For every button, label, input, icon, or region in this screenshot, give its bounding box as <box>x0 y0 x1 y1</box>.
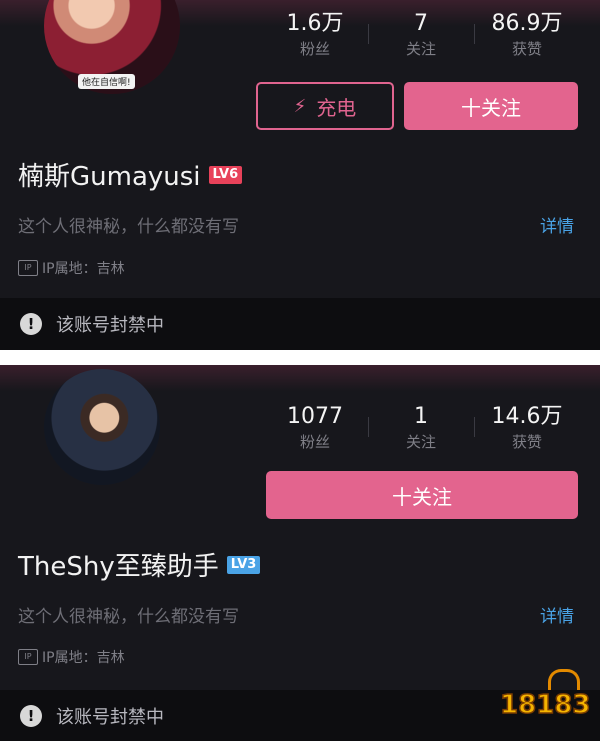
ip-text: IP属地：吉林 <box>42 261 125 277</box>
stat-value: 1 <box>414 404 428 429</box>
profile-card-gumayusi: 他在自信啊! 1.6万 粉丝 7 关注 86.9万 获赞 ⚡ 充电 十关注 楠斯… <box>0 0 600 350</box>
stat-following[interactable]: 1 关注 <box>368 403 474 453</box>
stat-value: 7 <box>414 11 428 36</box>
stat-value: 14.6万 <box>491 404 563 429</box>
stat-label: 粉丝 <box>299 40 330 58</box>
details-link[interactable]: 详情 <box>540 212 574 237</box>
lightning-icon: ⚡ <box>293 95 307 117</box>
stat-likes[interactable]: 86.9万 获赞 <box>474 10 580 60</box>
alert-circle-icon: ! <box>20 313 42 335</box>
stat-label: 获赞 <box>511 40 542 58</box>
ip-location-icon: IP <box>18 260 38 276</box>
stat-fans[interactable]: 1077 粉丝 <box>262 403 368 453</box>
ip-location-icon: IP <box>18 649 38 665</box>
username: 楠斯Gumayusi <box>18 162 201 192</box>
watermark-logo: 18183 <box>499 689 591 721</box>
username: TheShy至臻助手 <box>18 552 219 582</box>
stat-label: 获赞 <box>511 433 542 451</box>
username-row-theshy: TheShy至臻助手 LV3 <box>18 546 261 583</box>
ban-notice: ! 该账号封禁中 <box>0 298 600 350</box>
bio-text: 这个人很神秘，什么都没有写 <box>18 217 239 237</box>
stat-fans[interactable]: 1.6万 粉丝 <box>262 10 368 60</box>
details-link[interactable]: 详情 <box>540 602 574 627</box>
level-badge: LV6 <box>208 165 243 184</box>
username-row: 楠斯Gumayusi LV6 <box>18 156 243 193</box>
stat-likes[interactable]: 14.6万 获赞 <box>474 403 580 453</box>
ip-location: IP IP属地：吉林 <box>18 258 125 278</box>
ban-text: 该账号封禁中 <box>56 707 164 728</box>
follow-button-theshy[interactable]: 十关注 <box>266 471 578 519</box>
profile-stats: 1.6万 粉丝 7 关注 86.9万 获赞 <box>262 10 580 60</box>
ban-text: 该账号封禁中 <box>56 315 164 336</box>
charge-button[interactable]: ⚡ 充电 <box>256 82 394 130</box>
profile-stats: 1077 粉丝 1 关注 14.6万 获赞 <box>262 403 580 453</box>
ip-location: IP IP属地：吉林 <box>18 647 125 667</box>
stat-value: 1.6万 <box>286 11 344 36</box>
watermark-sun-icon <box>548 669 580 690</box>
alert-circle-icon: ! <box>20 705 42 727</box>
stat-label: 粉丝 <box>299 433 330 451</box>
charge-label: 充电 <box>316 95 357 120</box>
stat-value: 1077 <box>287 404 343 429</box>
follow-button[interactable]: 十关注 <box>404 82 578 130</box>
stat-value: 86.9万 <box>491 11 563 36</box>
avatar-caption: 他在自信啊! <box>78 74 135 89</box>
avatar[interactable] <box>44 369 160 485</box>
bio-text: 这个人很神秘，什么都没有写 <box>18 607 239 627</box>
stat-following[interactable]: 7 关注 <box>368 10 474 60</box>
level-badge: LV3 <box>226 555 261 574</box>
stat-label: 关注 <box>405 40 436 58</box>
stat-label: 关注 <box>405 433 436 451</box>
ip-text: IP属地：吉林 <box>42 650 125 666</box>
